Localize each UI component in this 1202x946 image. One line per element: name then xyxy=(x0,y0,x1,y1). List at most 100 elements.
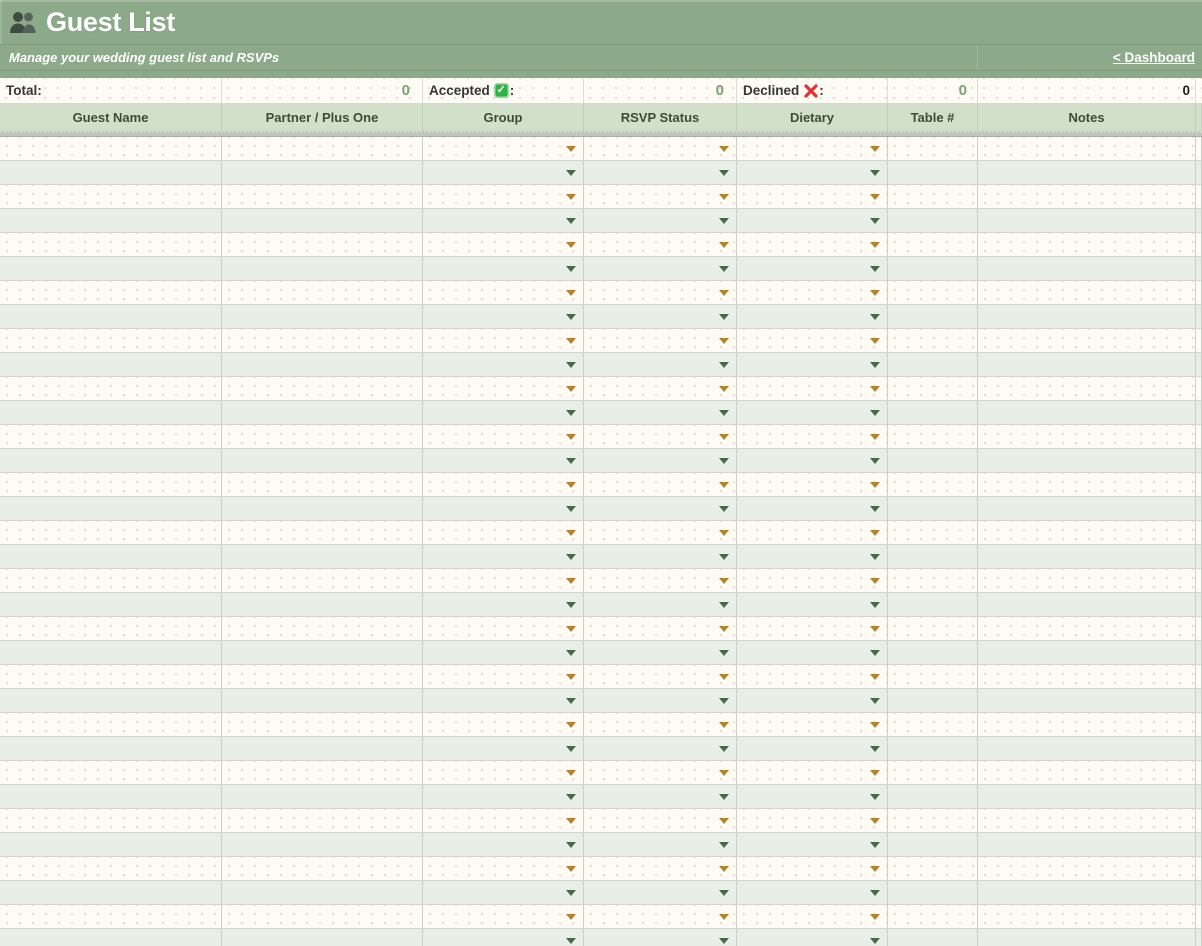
cell-dietary[interactable] xyxy=(737,881,888,904)
cell-partner-plus-one[interactable] xyxy=(222,785,423,808)
dropdown-arrow-icon[interactable] xyxy=(566,721,576,728)
cell-partner-plus-one[interactable] xyxy=(222,209,423,232)
cell-guest-name[interactable] xyxy=(0,473,222,496)
cell-partner-plus-one[interactable] xyxy=(222,305,423,328)
dropdown-arrow-icon[interactable] xyxy=(870,793,880,800)
dropdown-arrow-icon[interactable] xyxy=(870,553,880,560)
cell-table[interactable] xyxy=(888,881,978,904)
cell-partner-plus-one[interactable] xyxy=(222,665,423,688)
dropdown-arrow-icon[interactable] xyxy=(719,337,729,344)
dropdown-arrow-icon[interactable] xyxy=(566,865,576,872)
cell-dietary[interactable] xyxy=(737,473,888,496)
cell-dietary[interactable] xyxy=(737,785,888,808)
dropdown-arrow-icon[interactable] xyxy=(870,265,880,272)
cell-table[interactable] xyxy=(888,713,978,736)
cell-dietary[interactable] xyxy=(737,761,888,784)
cell-table[interactable] xyxy=(888,617,978,640)
dropdown-arrow-icon[interactable] xyxy=(566,481,576,488)
dropdown-arrow-icon[interactable] xyxy=(719,265,729,272)
cell-guest-name[interactable] xyxy=(0,257,222,280)
dropdown-arrow-icon[interactable] xyxy=(566,169,576,176)
cell-rsvp-status[interactable] xyxy=(584,569,737,592)
dropdown-arrow-icon[interactable] xyxy=(719,361,729,368)
cell-group[interactable] xyxy=(423,905,584,928)
cell-dietary[interactable] xyxy=(737,425,888,448)
cell-table[interactable] xyxy=(888,329,978,352)
cell-partner-plus-one[interactable] xyxy=(222,161,423,184)
cell-notes[interactable] xyxy=(978,617,1196,640)
cell-dietary[interactable] xyxy=(737,809,888,832)
cell-notes[interactable] xyxy=(978,809,1196,832)
cell-group[interactable] xyxy=(423,929,584,946)
cell-table[interactable] xyxy=(888,425,978,448)
cell-rsvp-status[interactable] xyxy=(584,593,737,616)
dropdown-arrow-icon[interactable] xyxy=(566,553,576,560)
cell-partner-plus-one[interactable] xyxy=(222,257,423,280)
cell-notes[interactable] xyxy=(978,593,1196,616)
dropdown-arrow-icon[interactable] xyxy=(719,145,729,152)
cell-dietary[interactable] xyxy=(737,929,888,946)
dropdown-arrow-icon[interactable] xyxy=(870,529,880,536)
dropdown-arrow-icon[interactable] xyxy=(719,721,729,728)
cell-notes[interactable] xyxy=(978,929,1196,946)
dropdown-arrow-icon[interactable] xyxy=(870,361,880,368)
cell-group[interactable] xyxy=(423,857,584,880)
dropdown-arrow-icon[interactable] xyxy=(566,265,576,272)
cell-rsvp-status[interactable] xyxy=(584,833,737,856)
cell-dietary[interactable] xyxy=(737,185,888,208)
cell-table[interactable] xyxy=(888,401,978,424)
cell-dietary[interactable] xyxy=(737,257,888,280)
cell-table[interactable] xyxy=(888,641,978,664)
cell-group[interactable] xyxy=(423,593,584,616)
cell-table[interactable] xyxy=(888,353,978,376)
dropdown-arrow-icon[interactable] xyxy=(719,577,729,584)
cell-group[interactable] xyxy=(423,881,584,904)
cell-rsvp-status[interactable] xyxy=(584,713,737,736)
dropdown-arrow-icon[interactable] xyxy=(719,217,729,224)
cell-dietary[interactable] xyxy=(737,905,888,928)
dropdown-arrow-icon[interactable] xyxy=(870,385,880,392)
cell-guest-name[interactable] xyxy=(0,617,222,640)
extra-count-cell[interactable]: 0 xyxy=(978,78,1196,103)
dropdown-arrow-icon[interactable] xyxy=(719,793,729,800)
dropdown-arrow-icon[interactable] xyxy=(566,601,576,608)
dropdown-arrow-icon[interactable] xyxy=(719,817,729,824)
cell-partner-plus-one[interactable] xyxy=(222,881,423,904)
cell-group[interactable] xyxy=(423,209,584,232)
dropdown-arrow-icon[interactable] xyxy=(870,145,880,152)
cell-notes[interactable] xyxy=(978,641,1196,664)
dropdown-arrow-icon[interactable] xyxy=(719,505,729,512)
dropdown-arrow-icon[interactable] xyxy=(566,529,576,536)
cell-rsvp-status[interactable] xyxy=(584,641,737,664)
cell-group[interactable] xyxy=(423,761,584,784)
cell-rsvp-status[interactable] xyxy=(584,761,737,784)
dropdown-arrow-icon[interactable] xyxy=(870,601,880,608)
cell-table[interactable] xyxy=(888,569,978,592)
cell-notes[interactable] xyxy=(978,329,1196,352)
dropdown-arrow-icon[interactable] xyxy=(719,745,729,752)
cell-notes[interactable] xyxy=(978,449,1196,472)
cell-table[interactable] xyxy=(888,497,978,520)
cell-partner-plus-one[interactable] xyxy=(222,473,423,496)
cell-partner-plus-one[interactable] xyxy=(222,233,423,256)
cell-group[interactable] xyxy=(423,449,584,472)
cell-notes[interactable] xyxy=(978,185,1196,208)
dropdown-arrow-icon[interactable] xyxy=(566,649,576,656)
cell-notes[interactable] xyxy=(978,137,1196,160)
dropdown-arrow-icon[interactable] xyxy=(566,313,576,320)
cell-partner-plus-one[interactable] xyxy=(222,689,423,712)
dropdown-arrow-icon[interactable] xyxy=(566,505,576,512)
total-value-cell[interactable]: 0 xyxy=(222,78,423,103)
cell-notes[interactable] xyxy=(978,497,1196,520)
cell-guest-name[interactable] xyxy=(0,593,222,616)
cell-notes[interactable] xyxy=(978,209,1196,232)
dropdown-arrow-icon[interactable] xyxy=(566,913,576,920)
cell-dietary[interactable] xyxy=(737,857,888,880)
cell-guest-name[interactable] xyxy=(0,809,222,832)
cell-guest-name[interactable] xyxy=(0,929,222,946)
dropdown-arrow-icon[interactable] xyxy=(870,697,880,704)
cell-group[interactable] xyxy=(423,617,584,640)
accepted-label-cell[interactable]: Accepted ✓ : xyxy=(423,78,584,103)
cell-table[interactable] xyxy=(888,305,978,328)
cell-guest-name[interactable] xyxy=(0,833,222,856)
